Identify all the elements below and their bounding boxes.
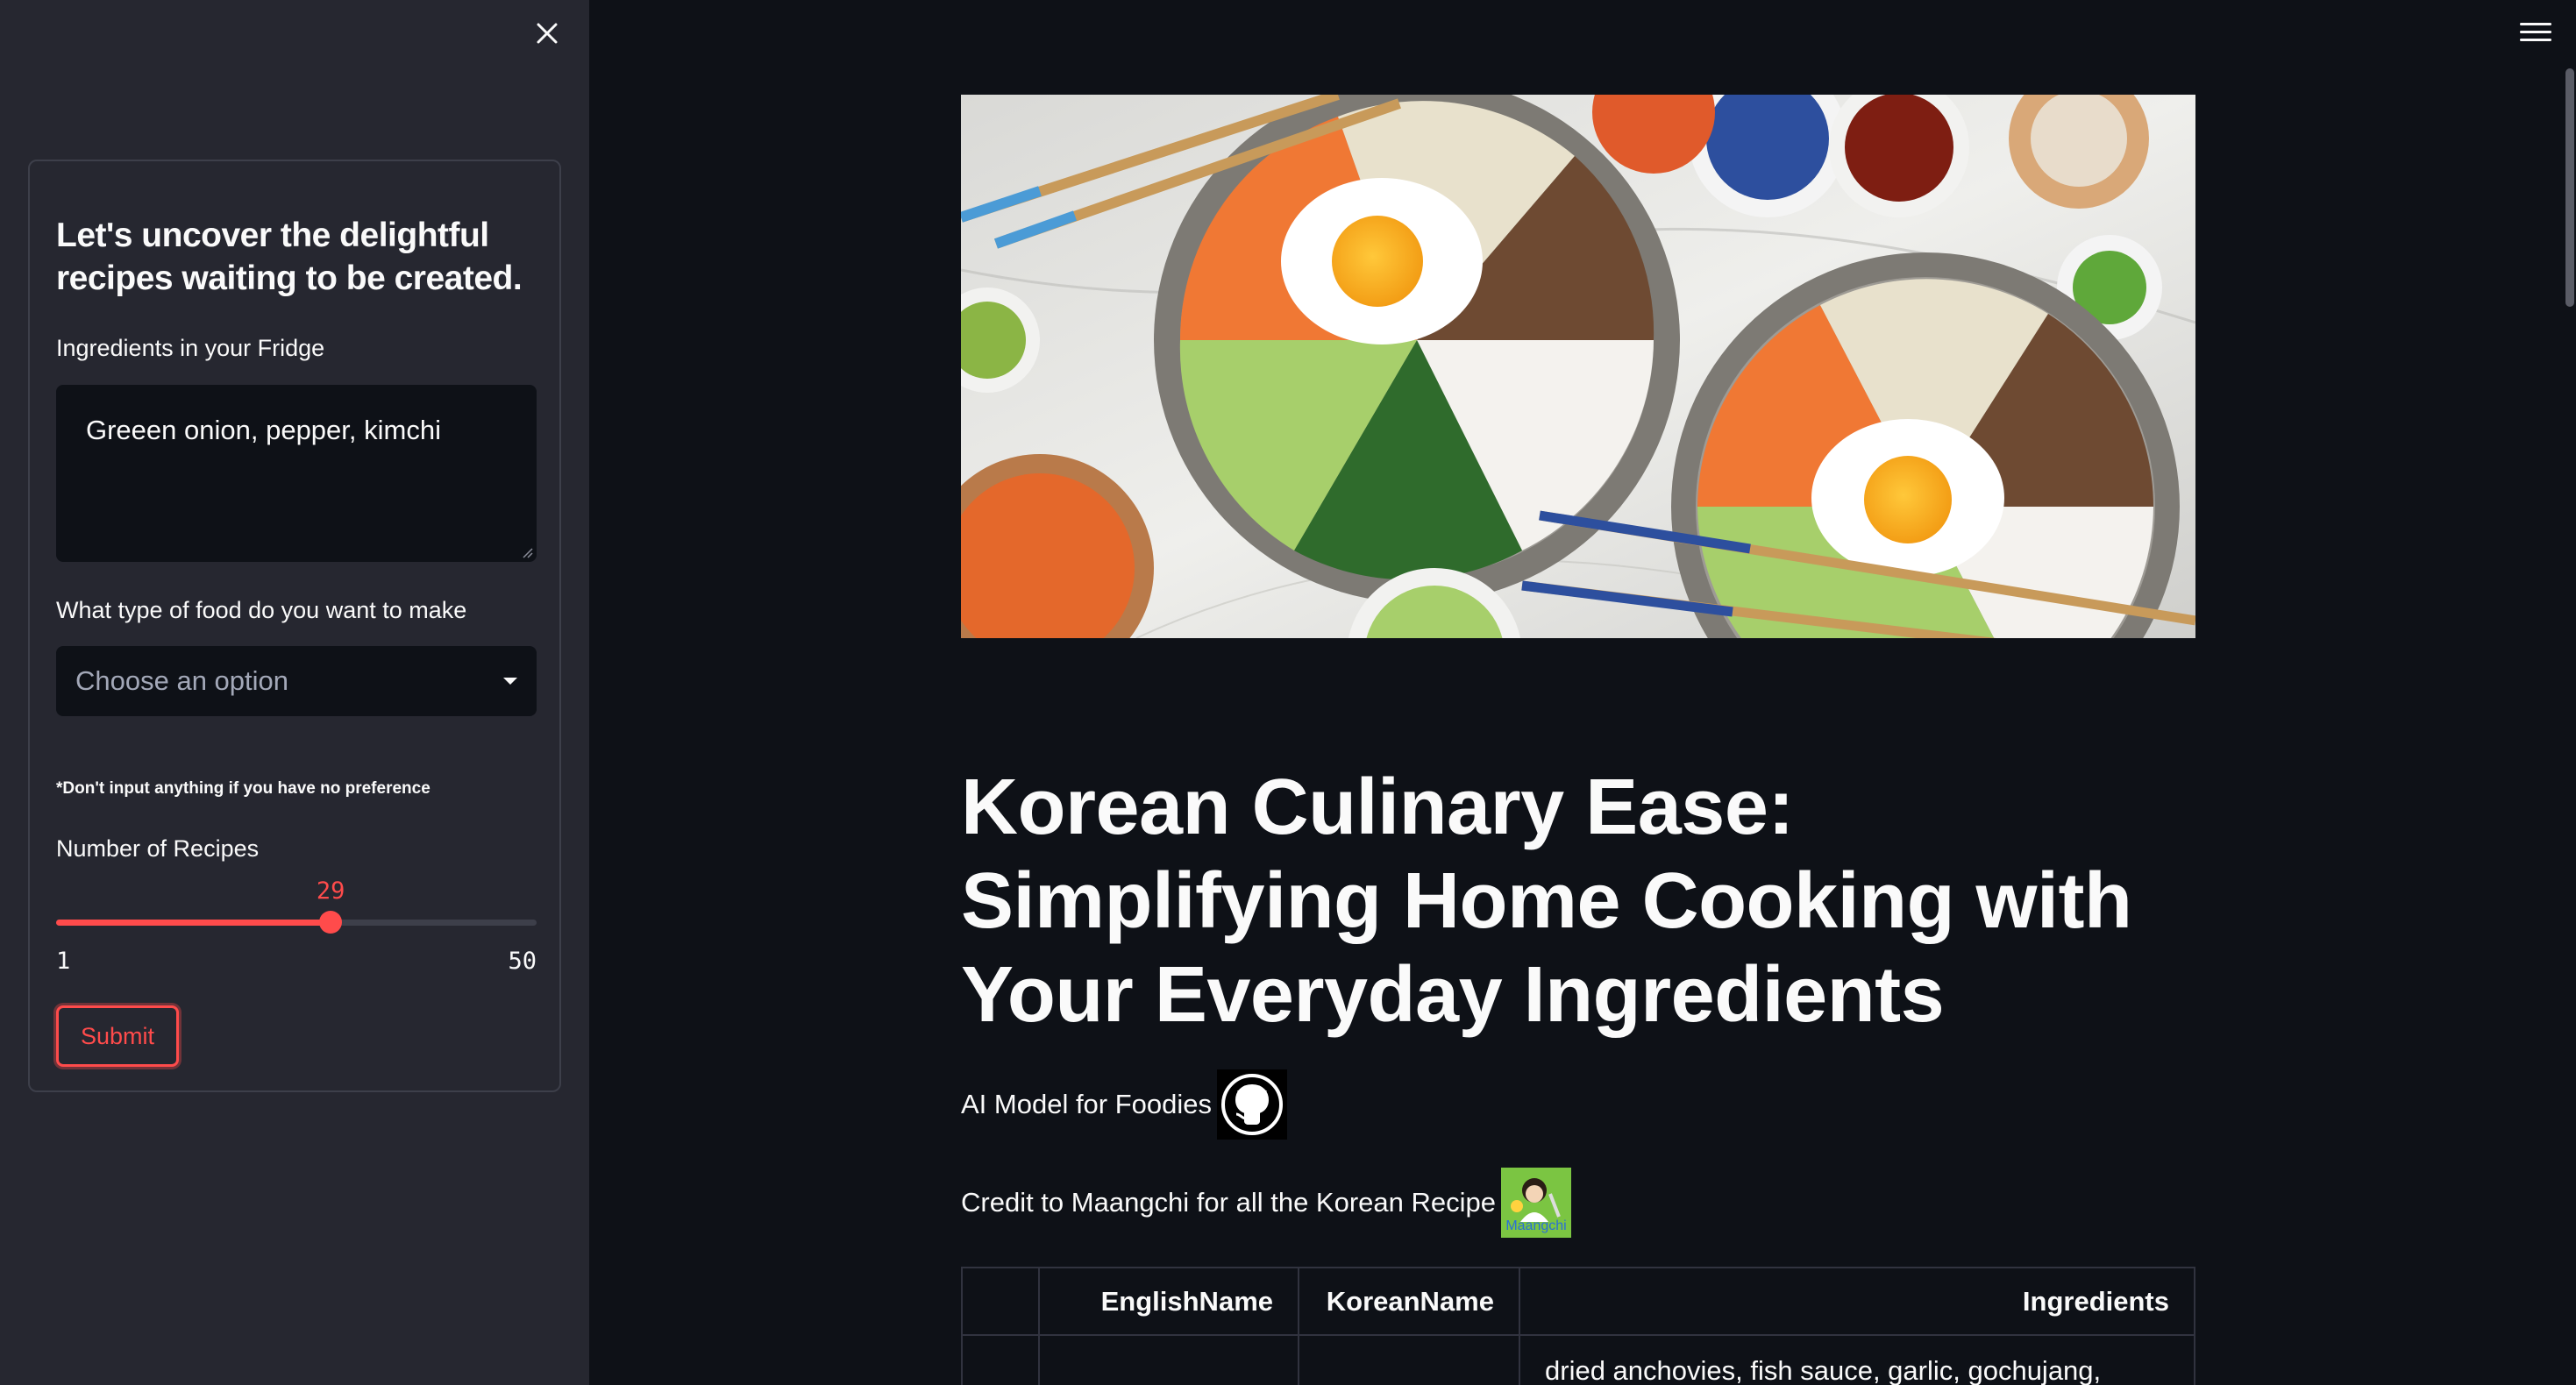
ai-model-text: AI Model for Foodies (961, 1089, 1213, 1119)
slider-min-label: 1 (56, 948, 71, 975)
food-type-select[interactable]: Choose an option (56, 646, 537, 716)
resize-grip-icon[interactable] (519, 544, 533, 558)
app: Let's uncover the delightful recipes wai… (0, 0, 2576, 1385)
table-cell-koreanname[interactable] (1298, 1334, 1520, 1385)
credit-line: Credit to Maangchi for all the Korean Re… (961, 1168, 1571, 1238)
fridge-ingredients-value: Greeen onion, pepper, kimchi (86, 415, 441, 445)
table-header-koreanname[interactable]: KoreanName (1298, 1267, 1520, 1336)
preference-note: *Don't input anything if you have no pre… (56, 779, 431, 798)
recipes-slider[interactable] (56, 911, 537, 934)
food-type-label: What type of food do you want to make (56, 597, 467, 623)
github-logo-shape (1221, 1074, 1284, 1135)
slider-value: 29 (316, 877, 345, 905)
table-cell-index[interactable] (961, 1334, 1040, 1385)
main-menu-button[interactable] (2520, 18, 2551, 46)
ai-model-line: AI Model for Foodies (961, 1068, 1288, 1141)
maangchi-logo-text: Maangchi (1505, 1218, 1567, 1233)
submit-button[interactable]: Submit (56, 1005, 179, 1067)
number-of-recipes-label: Number of Recipes (56, 835, 260, 862)
menu-icon (2520, 22, 2551, 25)
sidebar: Let's uncover the delightful recipes wai… (0, 0, 589, 1385)
table-header-index[interactable] (961, 1267, 1040, 1336)
table-header-englishname[interactable]: EnglishName (1038, 1267, 1299, 1336)
menu-icon-bar (2520, 30, 2551, 33)
food-type-placeholder: Choose an option (75, 665, 289, 696)
credit-text: Credit to Maangchi for all the Korean Re… (961, 1187, 1496, 1218)
scrollbar[interactable] (2565, 68, 2574, 307)
slider-fill (56, 920, 331, 926)
fridge-ingredients-label: Ingredients in your Fridge (56, 335, 325, 361)
slider-thumb[interactable] (319, 911, 343, 934)
table-header-ingredients[interactable]: Ingredients (1519, 1267, 2195, 1336)
table-row: dried anchovies, fish sauce, garlic, goc… (961, 1334, 2195, 1385)
maangchi-logo-icon[interactable]: Maangchi (1501, 1168, 1571, 1238)
bibimbap-illustration (961, 95, 2195, 638)
fridge-ingredients-textarea[interactable]: Greeen onion, pepper, kimchi (56, 385, 537, 562)
page-title: Korean Culinary Ease: Simplifying Home C… (961, 764, 2132, 1039)
form-title: Let's uncover the delightful recipes wai… (56, 217, 523, 297)
hero-food-image (961, 95, 2195, 638)
chevron-down-icon (503, 678, 517, 685)
github-icon[interactable] (1217, 1069, 1288, 1140)
slider-max-label: 50 (508, 948, 537, 975)
table-cell-englishname[interactable] (1038, 1334, 1299, 1385)
table-cell-ingredients[interactable]: dried anchovies, fish sauce, garlic, goc… (1519, 1334, 2195, 1385)
close-icon (537, 23, 558, 44)
close-sidebar-button[interactable] (531, 18, 563, 49)
table-header-row: EnglishName KoreanName Ingredients (961, 1267, 2195, 1336)
recipes-table: EnglishName KoreanName Ingredients dried… (961, 1267, 2195, 1385)
menu-icon-bar (2520, 38, 2551, 41)
recipe-form: Let's uncover the delightful recipes wai… (28, 160, 561, 1092)
